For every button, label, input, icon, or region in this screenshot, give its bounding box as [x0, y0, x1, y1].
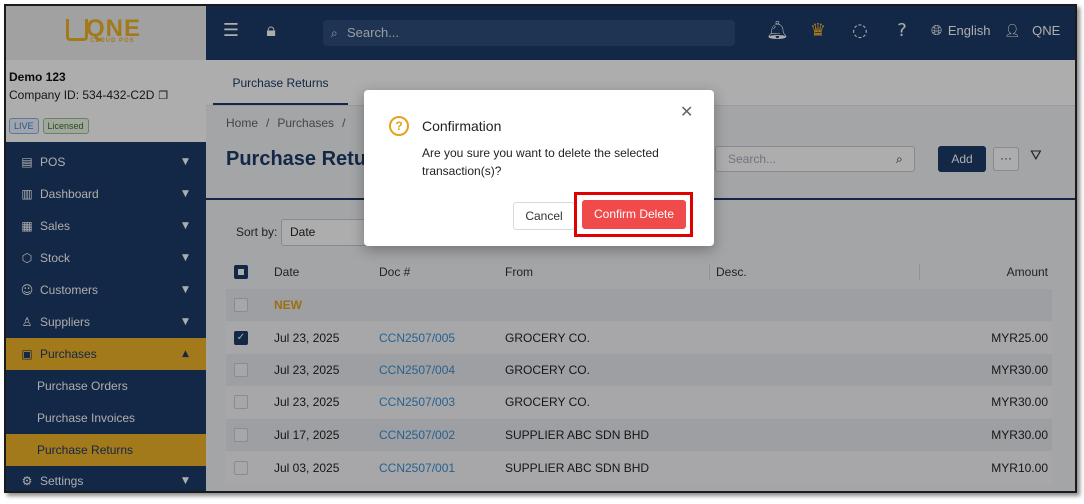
- dialog-message: Are you sure you want to delete the sele…: [422, 146, 659, 178]
- cancel-button[interactable]: Cancel: [513, 202, 575, 230]
- confirmation-dialog: ? Confirmation ✕ Are you sure you want t…: [364, 90, 714, 246]
- modal-overlay[interactable]: [6, 6, 1075, 491]
- close-icon[interactable]: ✕: [680, 102, 693, 121]
- dialog-title: Confirmation: [422, 118, 502, 134]
- app-window: QNE CLOUD POS ☰ 🔒︎ ⌕ Search... 🔔︎ ♛ ◌ ? …: [4, 4, 1077, 493]
- question-icon: ?: [389, 116, 409, 136]
- confirm-delete-button[interactable]: Confirm Delete: [582, 200, 686, 229]
- confirm-highlight: Confirm Delete: [574, 192, 693, 237]
